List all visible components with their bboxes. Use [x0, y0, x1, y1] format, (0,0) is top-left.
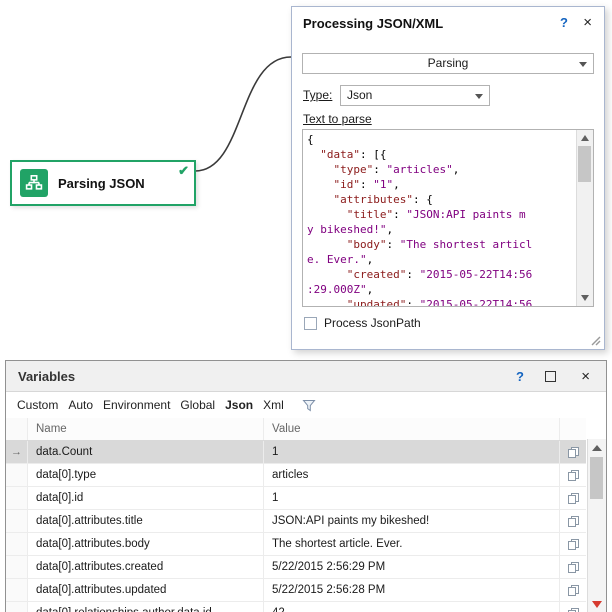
json-code[interactable]: { "data": [{ "type": "articles", "id": "…	[303, 130, 577, 306]
process-jsonpath-checkbox[interactable]	[304, 317, 317, 330]
dialog-title: Processing JSON/XML	[303, 16, 443, 31]
scroll-down-alert-icon[interactable]	[592, 601, 602, 608]
column-header-name[interactable]: Name	[28, 418, 264, 440]
cell-name[interactable]: data.Count	[28, 441, 264, 463]
row-gutter: →	[6, 533, 28, 555]
selected-row-arrow-icon: →	[11, 446, 22, 458]
tab-custom[interactable]: Custom	[17, 398, 58, 412]
action-dropdown[interactable]: Parsing	[302, 53, 594, 74]
row-gutter: →	[6, 487, 28, 509]
valid-check-icon: ✔	[178, 163, 189, 179]
variables-title: Variables	[18, 369, 75, 384]
cell-value[interactable]: 1	[264, 441, 560, 463]
text-to-parse-label[interactable]: Text to parse	[303, 112, 372, 126]
row-gutter: →	[6, 556, 28, 578]
table-scrollbar[interactable]	[587, 439, 606, 612]
cell-name[interactable]: data[0].attributes.created	[28, 556, 264, 578]
node-label: Parsing JSON	[58, 162, 145, 204]
column-header-value[interactable]: Value	[264, 418, 560, 440]
row-gutter: →	[6, 602, 28, 612]
help-button[interactable]: ?	[560, 15, 568, 30]
action-dropdown-value: Parsing	[428, 56, 469, 70]
table-row[interactable]: → data[0].attributes.updated 5/22/2015 2…	[6, 579, 586, 602]
tab-auto[interactable]: Auto	[68, 398, 93, 412]
cell-value[interactable]: 1	[264, 487, 560, 509]
copy-button[interactable]	[560, 556, 586, 578]
copy-icon	[567, 561, 580, 574]
copy-button[interactable]	[560, 464, 586, 486]
copy-button[interactable]	[560, 579, 586, 601]
cell-name[interactable]: data[0].id	[28, 487, 264, 509]
table-row[interactable]: → data[0].attributes.body The shortest a…	[6, 533, 586, 556]
close-icon[interactable]: ×	[581, 368, 590, 385]
row-gutter: →	[6, 510, 28, 532]
cell-value[interactable]: 5/22/2015 2:56:28 PM	[264, 579, 560, 601]
copy-icon	[567, 492, 580, 505]
table-header: Name Value	[6, 418, 586, 441]
table-row[interactable]: → data[0].type articles	[6, 464, 586, 487]
tab-environment[interactable]: Environment	[103, 398, 170, 412]
tab-xml[interactable]: Xml	[263, 398, 284, 412]
tab-json[interactable]: Json	[225, 398, 253, 412]
row-gutter: →	[6, 441, 28, 463]
variables-tabs: Custom Auto Environment Global Json Xml	[6, 392, 606, 418]
filter-icon[interactable]	[302, 399, 316, 412]
type-label[interactable]: Type:	[303, 88, 332, 102]
help-button[interactable]: ?	[516, 369, 524, 384]
processing-dialog: Processing JSON/XML ? × Parsing Type: Js…	[291, 6, 605, 350]
cell-value[interactable]: JSON:API paints my bikeshed!	[264, 510, 560, 532]
cell-name[interactable]: data[0].attributes.body	[28, 533, 264, 555]
table-row[interactable]: → data[0].id 1	[6, 487, 586, 510]
scroll-thumb[interactable]	[578, 146, 591, 182]
cell-value[interactable]: 5/22/2015 2:56:29 PM	[264, 556, 560, 578]
copy-icon	[567, 515, 580, 528]
scroll-up-icon[interactable]	[581, 135, 589, 141]
cell-name[interactable]: data[0].attributes.title	[28, 510, 264, 532]
variables-table-body: → data.Count 1 → data[0].type articles →…	[6, 441, 586, 612]
copy-button[interactable]	[560, 533, 586, 555]
chevron-down-icon	[579, 62, 587, 67]
copy-icon	[567, 446, 580, 459]
cell-name[interactable]: data[0].attributes.updated	[28, 579, 264, 601]
flow-node-parsing-json[interactable]: Parsing JSON ✔	[10, 160, 196, 206]
maximize-icon[interactable]	[545, 371, 556, 382]
table-row[interactable]: → data.Count 1	[6, 441, 586, 464]
header-copy-spacer	[560, 418, 586, 440]
table-row[interactable]: → data[0].relationships.author.data.id 4…	[6, 602, 586, 612]
scroll-thumb[interactable]	[590, 457, 603, 499]
variables-window: Variables ? × Custom Auto Environment Globa…	[5, 360, 607, 612]
copy-icon	[567, 538, 580, 551]
copy-icon	[567, 607, 580, 612]
cell-value[interactable]: 42	[264, 602, 560, 612]
tab-global[interactable]: Global	[180, 398, 215, 412]
close-icon[interactable]: ×	[583, 14, 592, 31]
sitemap-icon	[20, 169, 48, 197]
variables-titlebar[interactable]: Variables ? ×	[6, 361, 606, 392]
copy-icon	[567, 584, 580, 597]
copy-icon	[567, 469, 580, 482]
cell-value[interactable]: articles	[264, 464, 560, 486]
cell-name[interactable]: data[0].relationships.author.data.id	[28, 602, 264, 612]
row-gutter: →	[6, 464, 28, 486]
text-to-parse-editor[interactable]: { "data": [{ "type": "articles", "id": "…	[302, 129, 594, 307]
scroll-down-icon[interactable]	[581, 295, 589, 301]
cell-value[interactable]: The shortest article. Ever.	[264, 533, 560, 555]
scroll-up-icon[interactable]	[592, 445, 602, 451]
screen: Parsing JSON ✔ Processing JSON/XML ? × P…	[0, 0, 612, 612]
process-jsonpath-label: Process JsonPath	[324, 316, 421, 330]
type-dropdown-value: Json	[347, 88, 372, 102]
cell-name[interactable]: data[0].type	[28, 464, 264, 486]
table-row[interactable]: → data[0].attributes.title JSON:API pain…	[6, 510, 586, 533]
editor-scrollbar[interactable]	[576, 130, 593, 306]
header-gutter	[6, 418, 28, 440]
resize-grip[interactable]	[590, 335, 601, 346]
type-dropdown[interactable]: Json	[340, 85, 490, 106]
table-row[interactable]: → data[0].attributes.created 5/22/2015 2…	[6, 556, 586, 579]
copy-button[interactable]	[560, 602, 586, 612]
copy-button[interactable]	[560, 510, 586, 532]
copy-button[interactable]	[560, 487, 586, 509]
copy-button[interactable]	[560, 441, 586, 463]
row-gutter: →	[6, 579, 28, 601]
chevron-down-icon	[475, 94, 483, 99]
